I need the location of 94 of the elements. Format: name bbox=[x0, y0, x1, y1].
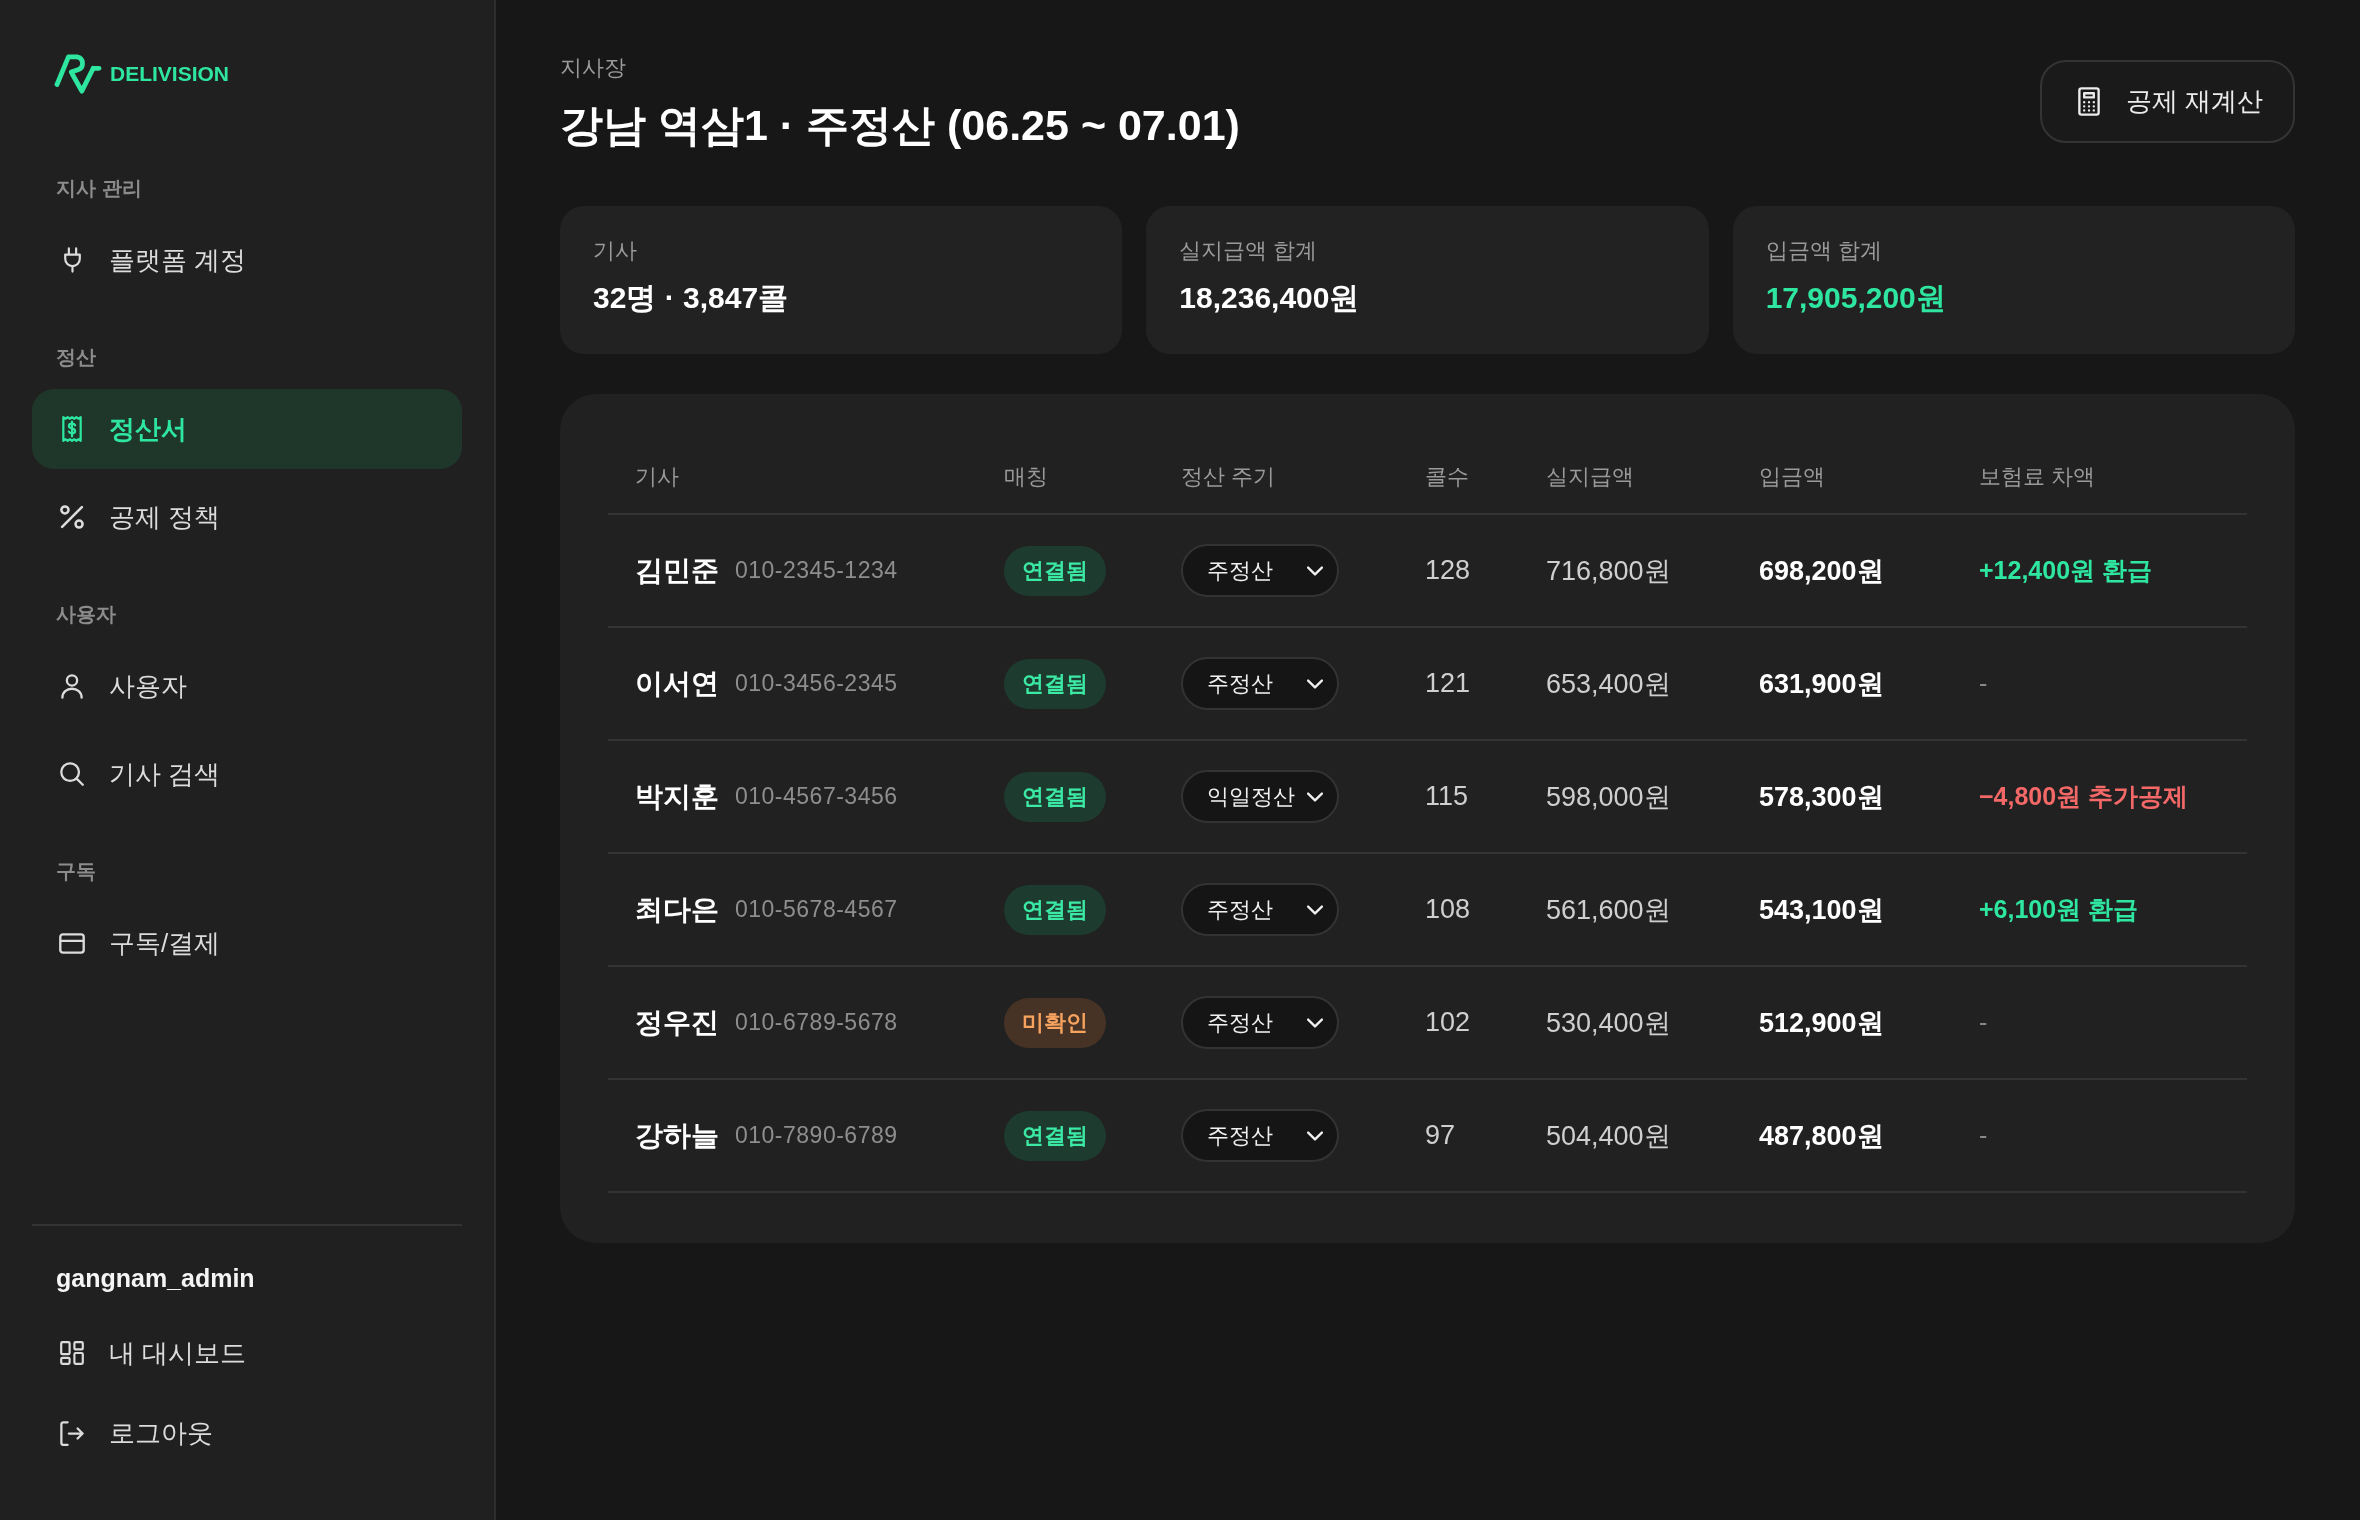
section-label: 구독 bbox=[55, 859, 97, 884]
section-label: 사용자 bbox=[55, 602, 117, 627]
deposit-amount: 698,200원 bbox=[1759, 554, 1884, 588]
stat-value: 32명 · 3,847콜 bbox=[593, 280, 790, 316]
payout-amount: 530,400원 bbox=[1546, 1006, 1671, 1040]
call-count: 128 bbox=[1425, 555, 1471, 586]
column-header: 정산 주기 bbox=[1181, 462, 1276, 491]
deposit-amount: 578,300원 bbox=[1759, 780, 1884, 814]
logo-icon bbox=[53, 53, 103, 95]
chevron-down-icon bbox=[1307, 791, 1323, 802]
percent-icon bbox=[60, 505, 84, 529]
driver-name: 박지훈 bbox=[635, 779, 719, 814]
user-icon bbox=[61, 673, 83, 699]
section-label: 지사 관리 bbox=[55, 176, 143, 201]
call-count: 115 bbox=[1425, 781, 1469, 812]
page-subtitle: 지사장 bbox=[560, 54, 627, 82]
nav-item[interactable]: 기사 검색 bbox=[32, 734, 462, 814]
column-header: 기사 bbox=[635, 462, 679, 491]
phone-number: 010-5678-4567 bbox=[735, 896, 898, 923]
deposit-amount: 487,800원 bbox=[1759, 1119, 1884, 1153]
username: gangnam_admin bbox=[55, 1263, 256, 1294]
payout-amount: 653,400원 bbox=[1546, 667, 1671, 701]
section-label: 정산 bbox=[55, 345, 97, 370]
match-status-badge: 연결됨 bbox=[1004, 884, 1106, 935]
deposit-amount: 543,100원 bbox=[1759, 893, 1884, 927]
driver-name: 이서연 bbox=[635, 666, 719, 701]
nav-item[interactable]: 구독/결제 bbox=[32, 903, 462, 983]
call-count: 121 bbox=[1425, 668, 1471, 699]
phone-number: 010-2345-1234 bbox=[735, 557, 898, 584]
credit-card-icon bbox=[59, 932, 85, 954]
chevron-down-icon bbox=[1307, 565, 1323, 576]
payout-amount: 504,400원 bbox=[1546, 1119, 1671, 1153]
chevron-down-icon bbox=[1307, 1017, 1323, 1028]
insurance-difference: - bbox=[1979, 669, 1988, 698]
phone-number: 010-3456-2345 bbox=[735, 670, 898, 697]
cycle-select[interactable]: 주정산 bbox=[1181, 996, 1339, 1049]
column-header: 매칭 bbox=[1004, 462, 1048, 491]
payout-amount: 716,800원 bbox=[1546, 554, 1671, 588]
column-header: 보험료 차액 bbox=[1979, 462, 2096, 491]
stat-value: 18,236,400원 bbox=[1179, 280, 1361, 316]
cycle-select[interactable]: 주정산 bbox=[1181, 544, 1339, 597]
column-header: 입금액 bbox=[1759, 462, 1825, 491]
phone-number: 010-6789-5678 bbox=[735, 1009, 898, 1036]
phone-number: 010-4567-3456 bbox=[735, 783, 898, 810]
insurance-difference: - bbox=[1979, 1008, 1988, 1037]
column-header: 실지급액 bbox=[1546, 462, 1634, 491]
insurance-difference: +6,100원 환급 bbox=[1979, 894, 2139, 925]
receipt-icon bbox=[62, 416, 82, 442]
call-count: 97 bbox=[1425, 1120, 1456, 1151]
payout-amount: 561,600원 bbox=[1546, 893, 1671, 927]
call-count: 108 bbox=[1425, 894, 1471, 925]
stat-label: 입금액 합계 bbox=[1765, 237, 1883, 265]
driver-name: 강하늘 bbox=[635, 1118, 719, 1153]
payout-amount: 598,000원 bbox=[1546, 780, 1671, 814]
insurance-difference: +12,400원 환급 bbox=[1979, 555, 2152, 586]
page-title: 강남 역삼1 · 주정산 (06.25 ~ 07.01) bbox=[560, 100, 1240, 151]
chevron-down-icon bbox=[1307, 1130, 1323, 1141]
insurance-difference: - bbox=[1979, 1121, 1988, 1150]
match-status-badge: 미확인 bbox=[1004, 997, 1106, 1048]
cycle-select[interactable]: 주정산 bbox=[1181, 1109, 1339, 1162]
driver-name: 최다은 bbox=[635, 892, 719, 927]
stat-value: 17,905,200원 bbox=[1765, 280, 1947, 316]
cycle-select[interactable]: 주정산 bbox=[1181, 657, 1339, 710]
nav-item[interactable]: 공제 정책 bbox=[32, 477, 462, 557]
match-status-badge: 연결됨 bbox=[1004, 771, 1106, 822]
call-count: 102 bbox=[1425, 1007, 1471, 1038]
driver-name: 김민준 bbox=[635, 553, 719, 588]
recalculate-button[interactable]: 공제 재계산 bbox=[2039, 60, 2295, 143]
sidebar-link[interactable]: 내 대시보드 bbox=[32, 1317, 462, 1389]
phone-number: 010-7890-6789 bbox=[735, 1122, 898, 1149]
chevron-down-icon bbox=[1307, 904, 1323, 915]
sidebar-link[interactable]: 로그아웃 bbox=[32, 1397, 462, 1469]
driver-name: 정우진 bbox=[635, 1005, 719, 1040]
cycle-select[interactable]: 익일정산 bbox=[1181, 770, 1339, 823]
insurance-difference: −4,800원 추가공제 bbox=[1979, 781, 2189, 812]
nav-item[interactable]: 정산서 bbox=[32, 389, 462, 469]
nav-item[interactable]: 사용자 bbox=[32, 646, 462, 726]
deposit-amount: 512,900원 bbox=[1759, 1006, 1884, 1040]
calculator-icon bbox=[2077, 87, 2100, 116]
stat-label: 기사 bbox=[593, 237, 638, 265]
cycle-select[interactable]: 주정산 bbox=[1181, 883, 1339, 936]
brand-name: DELIVISION bbox=[110, 62, 230, 86]
stat-label: 실지급액 합계 bbox=[1179, 237, 1319, 265]
search-icon bbox=[60, 762, 84, 786]
match-status-badge: 연결됨 bbox=[1004, 1110, 1106, 1161]
nav-item[interactable]: 플랫폼 계정 bbox=[32, 220, 462, 300]
match-status-badge: 연결됨 bbox=[1004, 545, 1106, 596]
logout-icon bbox=[60, 1420, 84, 1446]
plug-icon bbox=[63, 247, 81, 273]
dashboard-icon bbox=[60, 1341, 84, 1365]
column-header: 콜수 bbox=[1425, 462, 1469, 491]
deposit-amount: 631,900원 bbox=[1759, 667, 1884, 701]
match-status-badge: 연결됨 bbox=[1004, 658, 1106, 709]
chevron-down-icon bbox=[1307, 678, 1323, 689]
